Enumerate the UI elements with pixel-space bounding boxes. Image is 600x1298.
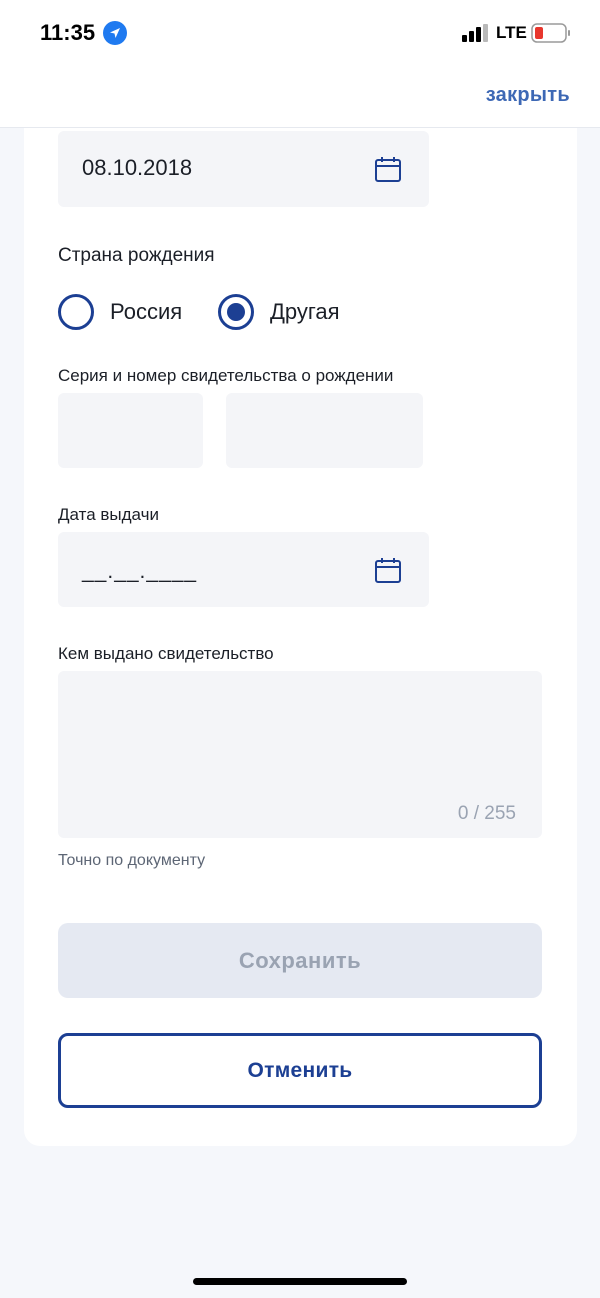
calendar-icon[interactable] [374,155,402,183]
battery-low-icon [531,23,570,43]
status-time: 11:35 [40,20,96,45]
certificate-number-input[interactable] [226,393,423,468]
location-arrow-icon [103,21,127,45]
birth-country-label: Страна рождения [58,245,215,266]
radio-other[interactable] [218,294,254,330]
birth-date-value: 08.10.2018 [82,155,193,180]
issued-by-hint: Точно по документу [58,852,206,869]
signal-icon [462,24,488,42]
top-header: закрыть [0,66,600,128]
issue-date-label: Дата выдачи [58,505,159,524]
issue-date-field[interactable]: __.__.____ [58,532,429,607]
home-indicator [193,1278,407,1285]
cancel-button[interactable]: Отменить [58,1033,542,1108]
close-link[interactable]: закрыть [486,84,570,107]
status-bar: 11:35 LTE [0,0,600,66]
char-counter: 0 / 255 [457,803,516,824]
network-type: LTE [496,23,527,42]
issued-by-label: Кем выдано свидетельство [58,644,274,663]
radio-other-label[interactable]: Другая [270,299,340,325]
calendar-icon[interactable] [374,556,402,584]
issued-by-textarea[interactable]: 0 / 255 [58,671,542,838]
birth-date-field[interactable]: 08.10.2018 [58,131,429,207]
issue-date-placeholder: __.__.____ [82,560,198,583]
radio-russia-label[interactable]: Россия [110,299,182,325]
certificate-number-label: Серия и номер свидетельства о рождении [58,366,394,385]
save-button[interactable]: Сохранить [58,923,542,998]
certificate-series-input[interactable] [58,393,203,468]
radio-russia[interactable] [58,294,94,330]
